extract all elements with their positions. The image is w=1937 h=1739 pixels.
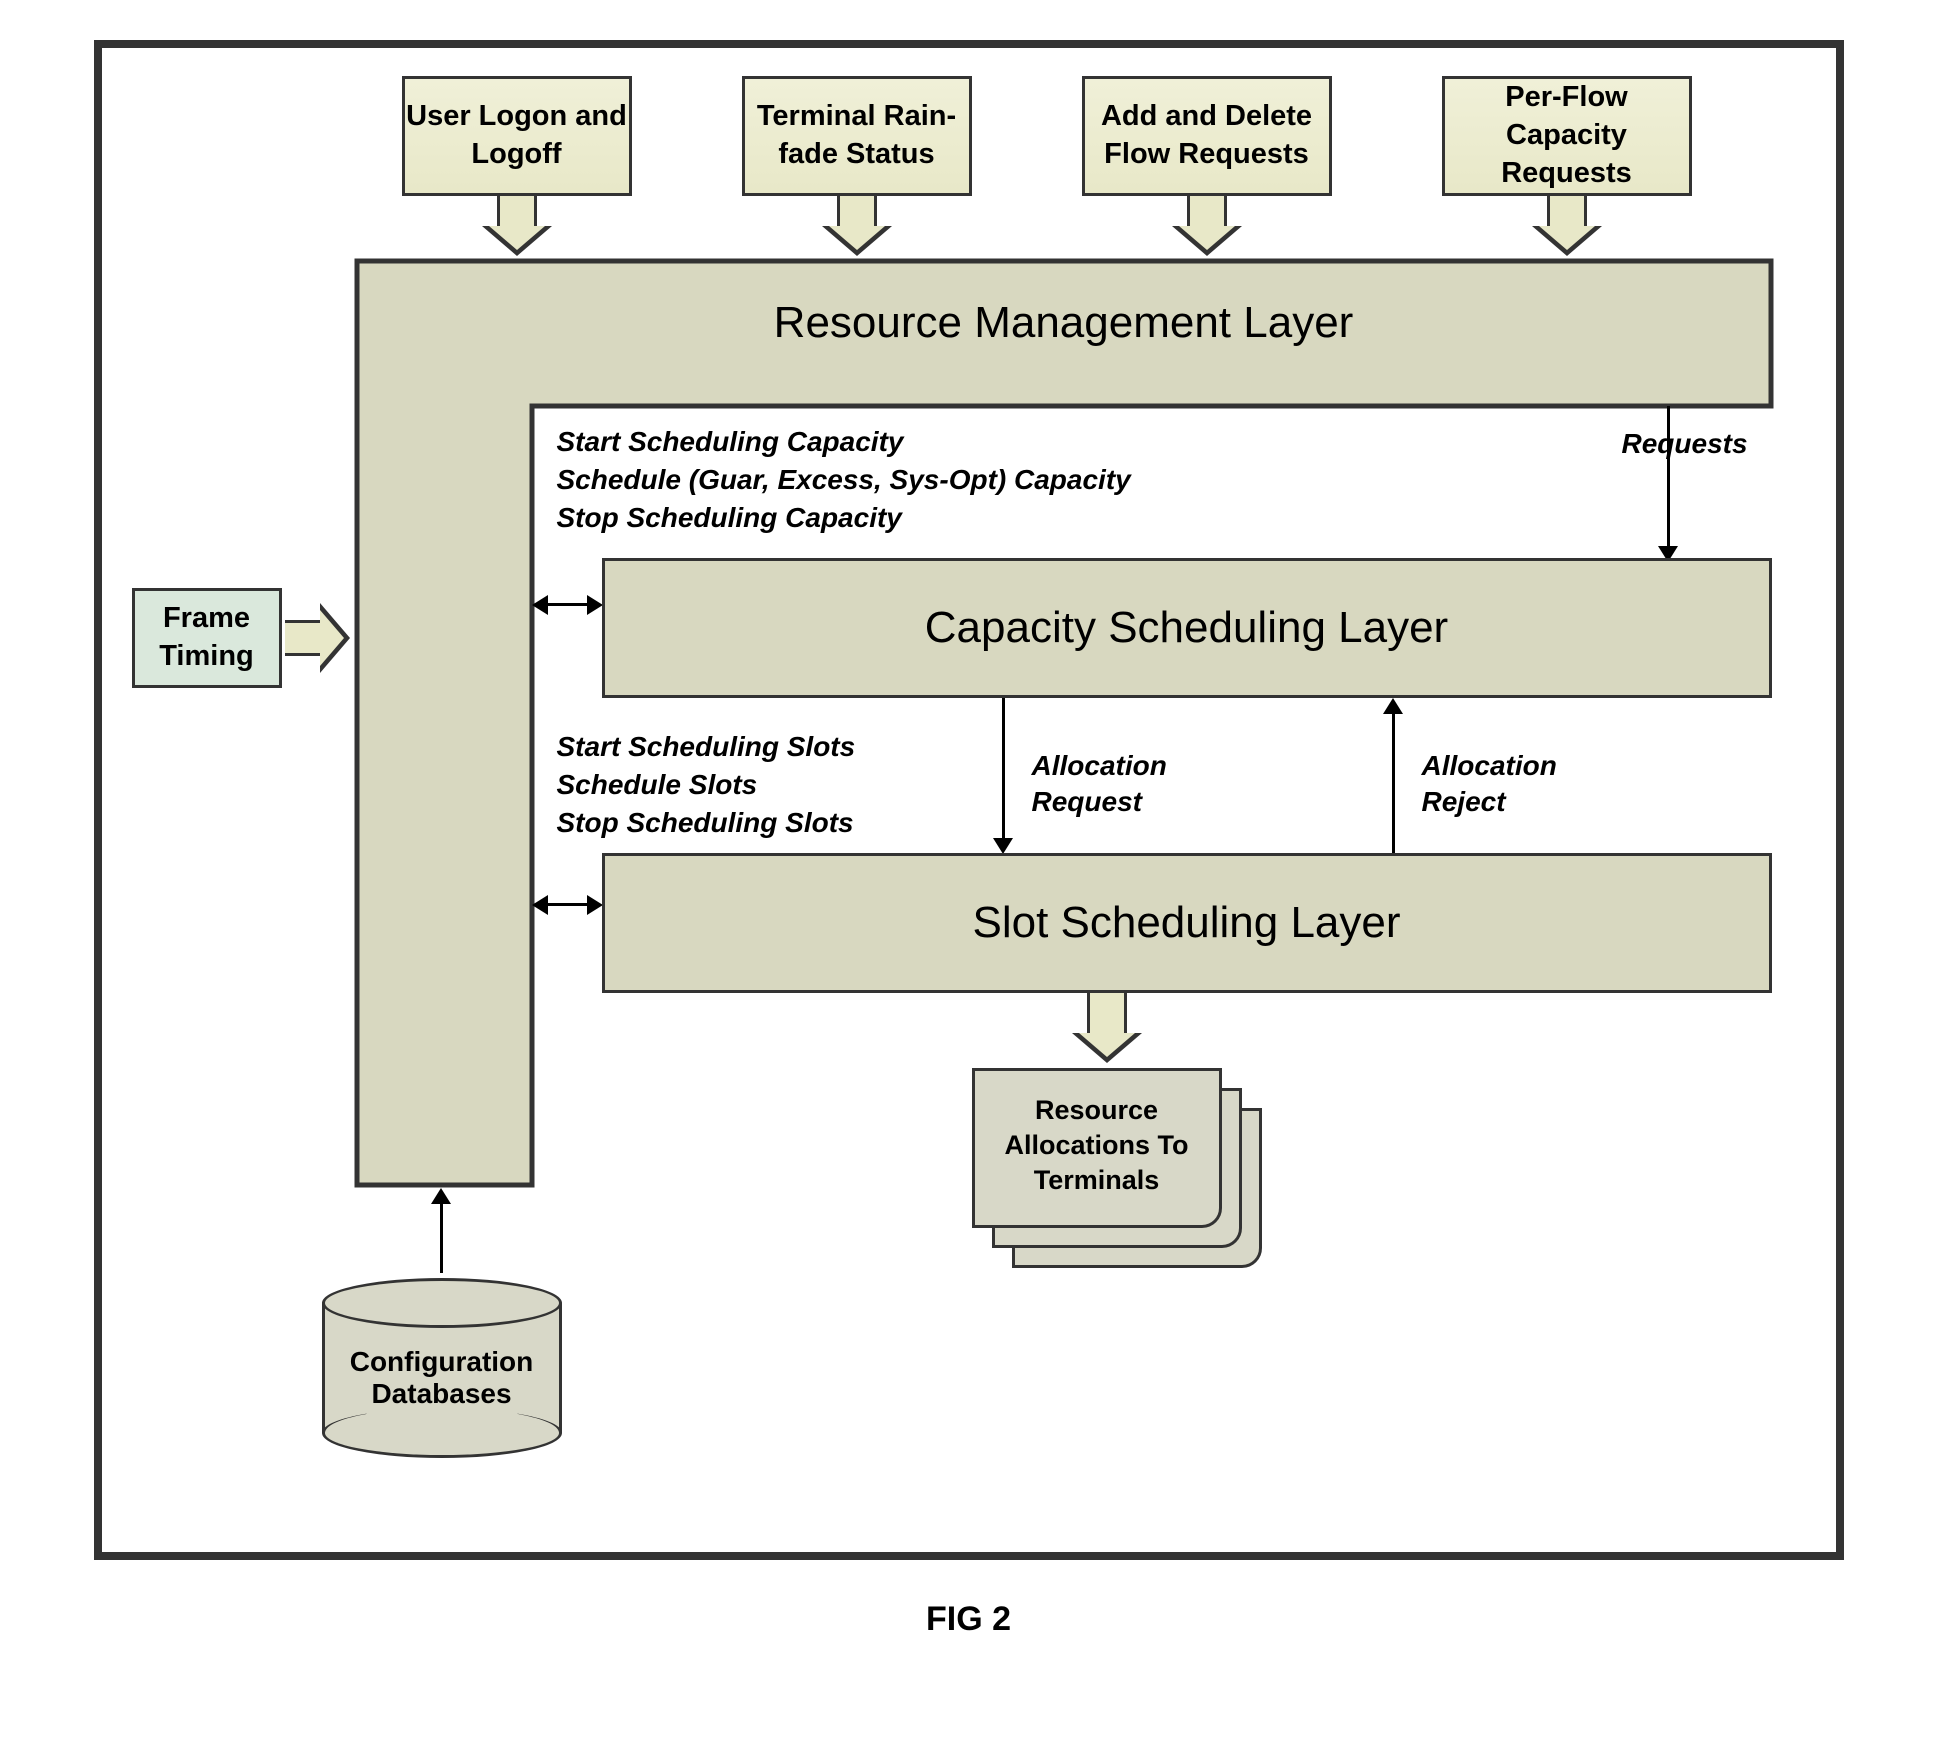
arrow-right-icon <box>285 620 320 656</box>
per-flow-label: Per-Flow Capacity Requests <box>1445 79 1689 192</box>
csl-box: Capacity Scheduling Layer <box>602 558 1772 698</box>
arrow-down-icon <box>1187 196 1227 226</box>
arrow-head-up-icon <box>431 1188 451 1204</box>
ssl-label: Slot Scheduling Layer <box>972 898 1400 948</box>
arrow-line-icon <box>440 1203 443 1273</box>
add-delete-box: Add and Delete Flow Requests <box>1082 76 1332 196</box>
alloc-request-label: AllocationRequest <box>1032 748 1167 821</box>
arrow-head-right-icon <box>587 595 603 615</box>
add-delete-label: Add and Delete Flow Requests <box>1085 98 1329 173</box>
arrow-down-icon <box>497 196 537 226</box>
arrow-fill-icon <box>1539 226 1595 250</box>
csl-label: Capacity Scheduling Layer <box>925 603 1448 653</box>
database-label: Configuration Databases <box>322 1346 562 1410</box>
user-logon-box: User Logon and Logoff <box>402 76 632 196</box>
output-docs: Resource Allocations To Terminals <box>972 1068 1282 1278</box>
per-flow-box: Per-Flow Capacity Requests <box>1442 76 1692 196</box>
arrow-fill-icon <box>1179 226 1235 250</box>
database-cylinder: Configuration Databases <box>322 1278 562 1448</box>
arrow-head-left-icon <box>532 595 548 615</box>
user-logon-label: User Logon and Logoff <box>405 98 629 173</box>
arrow-fill-icon <box>489 226 545 250</box>
arrow-down-icon <box>1087 993 1127 1033</box>
arrow-fill-icon <box>829 226 885 250</box>
output-docs-label: Resource Allocations To Terminals <box>972 1093 1222 1198</box>
arrow-head-down-icon <box>993 838 1013 854</box>
arrow-line-icon <box>1002 698 1005 838</box>
arrow-fill-icon <box>320 610 344 666</box>
arrow-head-up-icon <box>1383 698 1403 714</box>
figure-caption: FIG 2 <box>926 1600 1011 1639</box>
rml-shape <box>354 258 1774 1188</box>
arrow-head-right-icon <box>587 895 603 915</box>
diagram-frame: User Logon and Logoff Terminal Rain-fade… <box>94 40 1844 1560</box>
arrow-down-icon <box>837 196 877 226</box>
arrow-head-left-icon <box>532 895 548 915</box>
slot-ops-label: Start Scheduling Slots Schedule Slots St… <box>557 728 856 841</box>
ssl-box: Slot Scheduling Layer <box>602 853 1772 993</box>
arrow-down-icon <box>1547 196 1587 226</box>
requests-label: Requests <box>1622 425 1748 463</box>
terminal-status-box: Terminal Rain-fade Status <box>742 76 972 196</box>
arrow-line-icon <box>1392 713 1395 853</box>
alloc-reject-label: AllocationReject <box>1422 748 1557 821</box>
capacity-ops-label: Start Scheduling Capacity Schedule (Guar… <box>557 423 1131 536</box>
terminal-status-label: Terminal Rain-fade Status <box>745 98 969 173</box>
arrow-line-icon <box>1667 406 1670 546</box>
rml-title: Resource Management Layer <box>354 298 1774 348</box>
frame-timing-box: Frame Timing <box>132 588 282 688</box>
frame-timing-label: Frame Timing <box>135 600 279 675</box>
arrow-fill-icon <box>1079 1033 1135 1057</box>
